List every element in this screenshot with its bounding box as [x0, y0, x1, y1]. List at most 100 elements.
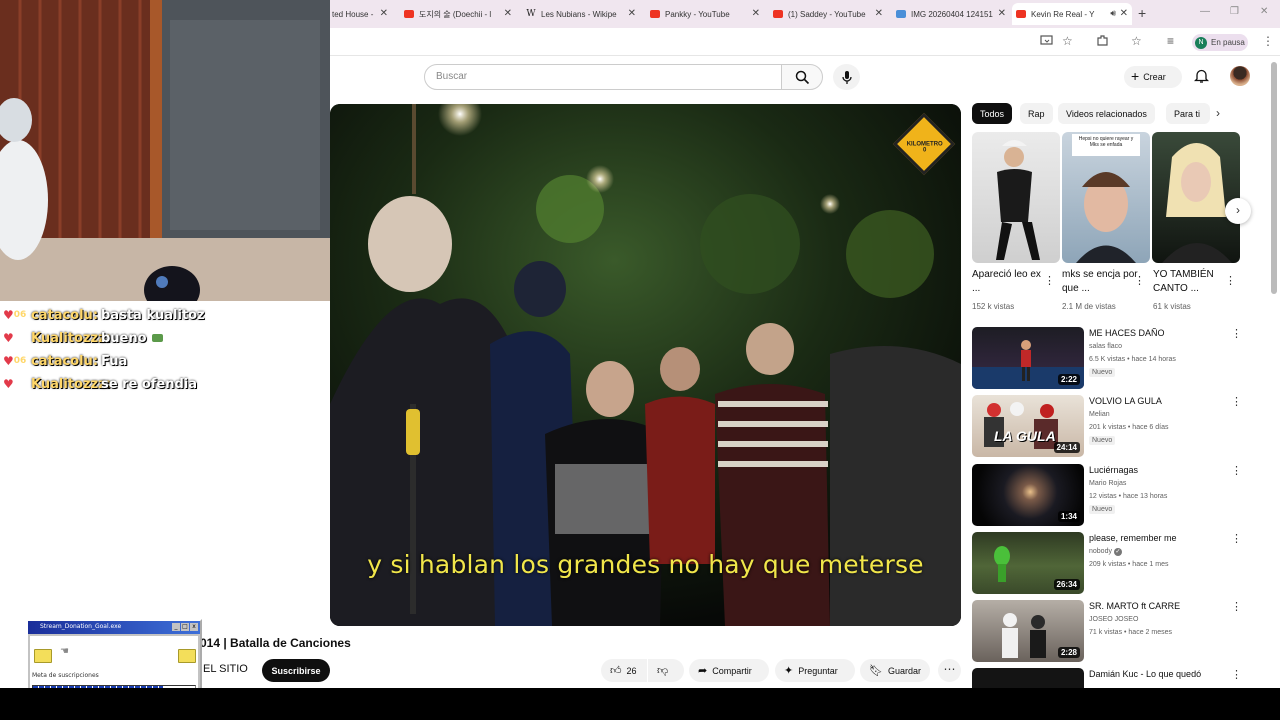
rec-menu-icon[interactable]: ⋮: [1231, 395, 1242, 408]
chat-text: bueno: [101, 331, 163, 346]
webcam-feed: [0, 0, 330, 301]
chip-rap[interactable]: Rap: [1020, 103, 1053, 124]
short-title[interactable]: mks se encja por que ...: [1062, 268, 1138, 296]
browser-tab[interactable]: (1) Saddey - YouTube ✕: [769, 3, 887, 25]
goal-label: Meta de suscripciones: [32, 672, 99, 679]
short-menu-icon[interactable]: ⋮: [1225, 274, 1236, 287]
chip-todos[interactable]: Todos: [972, 103, 1013, 124]
chat-message: ♥ 06 catacolu: basta kualitoz: [0, 305, 205, 325]
like-button[interactable]: 👍︎ 26: [601, 659, 647, 682]
dislike-button[interactable]: 👎︎: [648, 659, 684, 682]
bookmark-star-icon[interactable]: ☆: [1062, 34, 1073, 48]
browser-tab[interactable]: IMG 20260404 124151 ✕: [892, 3, 1010, 25]
recommendation-item[interactable]: 26:34 please, remember me nobody ✓ 209 k…: [972, 532, 1244, 594]
close-icon[interactable]: ✕: [875, 8, 883, 19]
channel-name[interactable]: EL SITIO: [203, 663, 248, 675]
browser-tab[interactable]: ted House - ✕: [328, 3, 392, 25]
tab-title: ted House -: [332, 9, 374, 19]
recommendation-item[interactable]: 2:22 ME HACES DAÑO salas flaco 6.5 K vis…: [972, 327, 1244, 389]
extensions-icon[interactable]: [1096, 34, 1109, 47]
chat-username: Kualitozzz:: [31, 330, 111, 346]
rec-channel: Mario Rojas: [1089, 480, 1127, 487]
short-views: 152 k vistas: [972, 302, 1015, 311]
rec-menu-icon[interactable]: ⋮: [1231, 600, 1242, 613]
reading-list-icon[interactable]: ≡: [1167, 34, 1174, 48]
close-icon[interactable]: ✕: [998, 8, 1006, 19]
rec-menu-icon[interactable]: ⋮: [1231, 668, 1242, 681]
search-input[interactable]: Buscar: [424, 64, 782, 90]
chip-videos-relacionados[interactable]: Videos relacionados: [1058, 103, 1155, 124]
window-buttons: _ □ x: [172, 623, 198, 631]
more-actions-button[interactable]: ⋯: [938, 659, 961, 682]
recommendation-item[interactable]: 1:34 Luciérnagas Mario Rojas 12 vistas •…: [972, 464, 1244, 526]
bookmarks-icon[interactable]: ☆: [1131, 34, 1142, 48]
voice-search-button[interactable]: [833, 64, 860, 90]
subscribe-button[interactable]: Suscribirse: [262, 659, 330, 682]
ask-button[interactable]: ✦ Preguntar: [775, 659, 855, 682]
share-button[interactable]: ➦ Compartir: [689, 659, 769, 682]
save-button[interactable]: 🔖︎ Guardar: [860, 659, 930, 682]
user-avatar[interactable]: [1230, 66, 1250, 86]
short-overlay-text: Hepsi no quiere rayear y Mks se enfada: [1078, 136, 1134, 148]
maximize-icon[interactable]: ❐: [1230, 6, 1239, 17]
recommendation-item[interactable]: 2:28 SR. MARTO ft CARRE JOSEO JOSEO 71 k…: [972, 600, 1244, 662]
browser-tab[interactable]: Pankky - YouTube ✕: [646, 3, 764, 25]
new-badge: Nuevo: [1089, 436, 1116, 445]
rec-menu-icon[interactable]: ⋮: [1231, 464, 1242, 477]
maximize-icon[interactable]: □: [181, 623, 189, 631]
browser-tab[interactable]: 도지의 술 (Doechii - l ✕: [400, 3, 516, 25]
folder-icon: [178, 649, 196, 663]
page-scrollbar[interactable]: [1271, 62, 1277, 294]
close-icon[interactable]: ✕: [752, 8, 760, 19]
rec-menu-icon[interactable]: ⋮: [1231, 532, 1242, 545]
video-title: 014 | Batalla de Canciones: [200, 636, 351, 650]
chevron-right-icon[interactable]: ›: [1216, 106, 1220, 120]
video-duration: 2:28: [1057, 647, 1080, 658]
minimize-icon[interactable]: _: [172, 623, 180, 631]
badge-number: 06: [13, 310, 27, 320]
speaker-icon[interactable]: 🔊︎: [1110, 8, 1116, 19]
recommendation-item[interactable]: LA GULA 24:14 VOLVIO LA GULA Melian 201 …: [972, 395, 1244, 457]
folder-icon: [34, 649, 52, 663]
chat-message: ♥ 06 catacolu: Fua: [0, 351, 127, 371]
rec-menu-icon[interactable]: ⋮: [1231, 327, 1242, 340]
close-icon[interactable]: x: [190, 623, 198, 631]
install-icon[interactable]: [1040, 34, 1053, 47]
short-menu-icon[interactable]: ⋮: [1134, 274, 1145, 287]
short-title[interactable]: Apareció leo ex ...: [972, 268, 1048, 296]
video-duration: 2:22: [1057, 374, 1080, 385]
rec-meta: 12 vistas • hace 13 horas: [1089, 493, 1168, 500]
create-button[interactable]: + Crear: [1124, 66, 1182, 88]
chip-para-ti[interactable]: Para ti: [1166, 103, 1210, 124]
new-tab-icon[interactable]: +: [1138, 5, 1146, 21]
chat-text: Fua: [101, 353, 128, 369]
profile-button[interactable]: N En pausa: [1192, 34, 1248, 51]
search-icon: [795, 70, 809, 84]
short-thumbnail[interactable]: [972, 132, 1060, 263]
youtube-icon: [404, 10, 414, 18]
close-icon[interactable]: ✕: [628, 8, 636, 19]
window-close-icon[interactable]: ✕: [1260, 6, 1268, 17]
short-thumbnail[interactable]: Hepsi no quiere rayear y Mks se enfada: [1062, 132, 1150, 263]
minimize-icon[interactable]: —: [1200, 6, 1210, 17]
notifications-bell-icon[interactable]: [1194, 68, 1209, 84]
short-thumbnail[interactable]: [1152, 132, 1240, 263]
video-player[interactable]: KILOMETRO 0 y si hablan los grandes no h…: [330, 104, 961, 626]
short-menu-icon[interactable]: ⋮: [1044, 274, 1055, 287]
rec-title: SR. MARTO ft CARRE: [1089, 601, 1181, 611]
search-button[interactable]: [781, 64, 823, 90]
close-icon[interactable]: ✕: [1120, 8, 1128, 19]
close-icon[interactable]: ✕: [380, 8, 388, 19]
short-title[interactable]: YO TAMBIÉN CANTO ...: [1153, 268, 1229, 296]
rec-meta: 71 k vistas • hace 2 meses: [1089, 629, 1172, 636]
shorts-next-button[interactable]: ›: [1225, 198, 1251, 224]
youtube-icon: [773, 10, 783, 18]
chat-message: ♥ Kualitozzz: se re ofendia: [0, 374, 197, 394]
rec-meta: 209 k vistas • hace 1 mes: [1089, 561, 1169, 568]
browser-tab-active[interactable]: Kevin Re Real - Y 🔊︎ ✕: [1012, 3, 1132, 25]
browser-tab[interactable]: W Les Nubians - Wikipe ✕: [522, 3, 640, 25]
sparkle-icon: ✦: [784, 665, 794, 677]
window-title: Stream_Donation_Goal.exe: [40, 623, 122, 630]
browser-menu-icon[interactable]: ⋮: [1262, 34, 1274, 48]
close-icon[interactable]: ✕: [504, 8, 512, 19]
